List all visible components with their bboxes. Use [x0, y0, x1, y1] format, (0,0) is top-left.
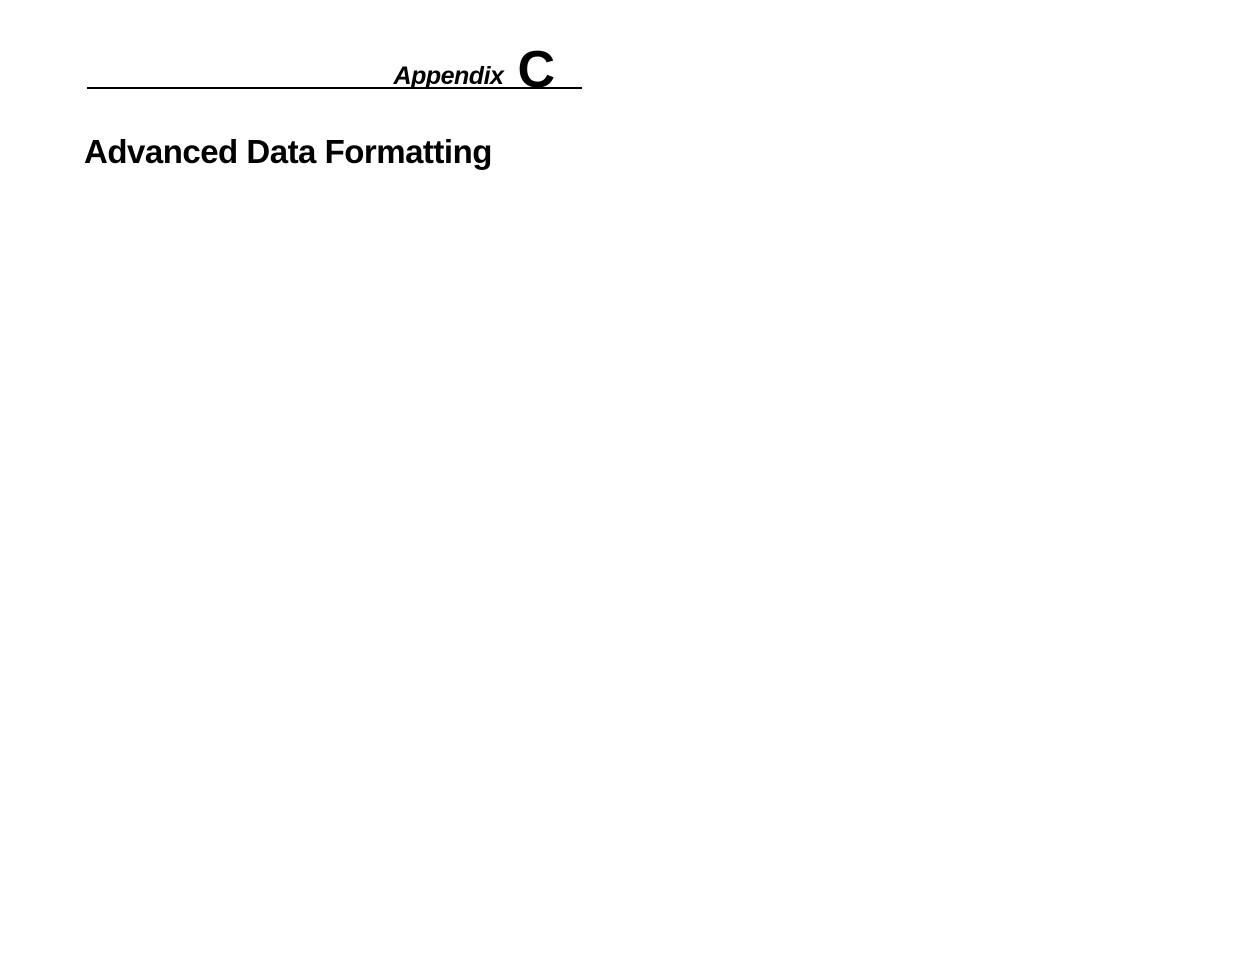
appendix-label: Appendix: [394, 62, 504, 91]
appendix-header: Appendix C: [87, 44, 582, 89]
section-title: Advanced Data Formatting: [84, 133, 492, 171]
appendix-letter: C: [517, 44, 554, 96]
